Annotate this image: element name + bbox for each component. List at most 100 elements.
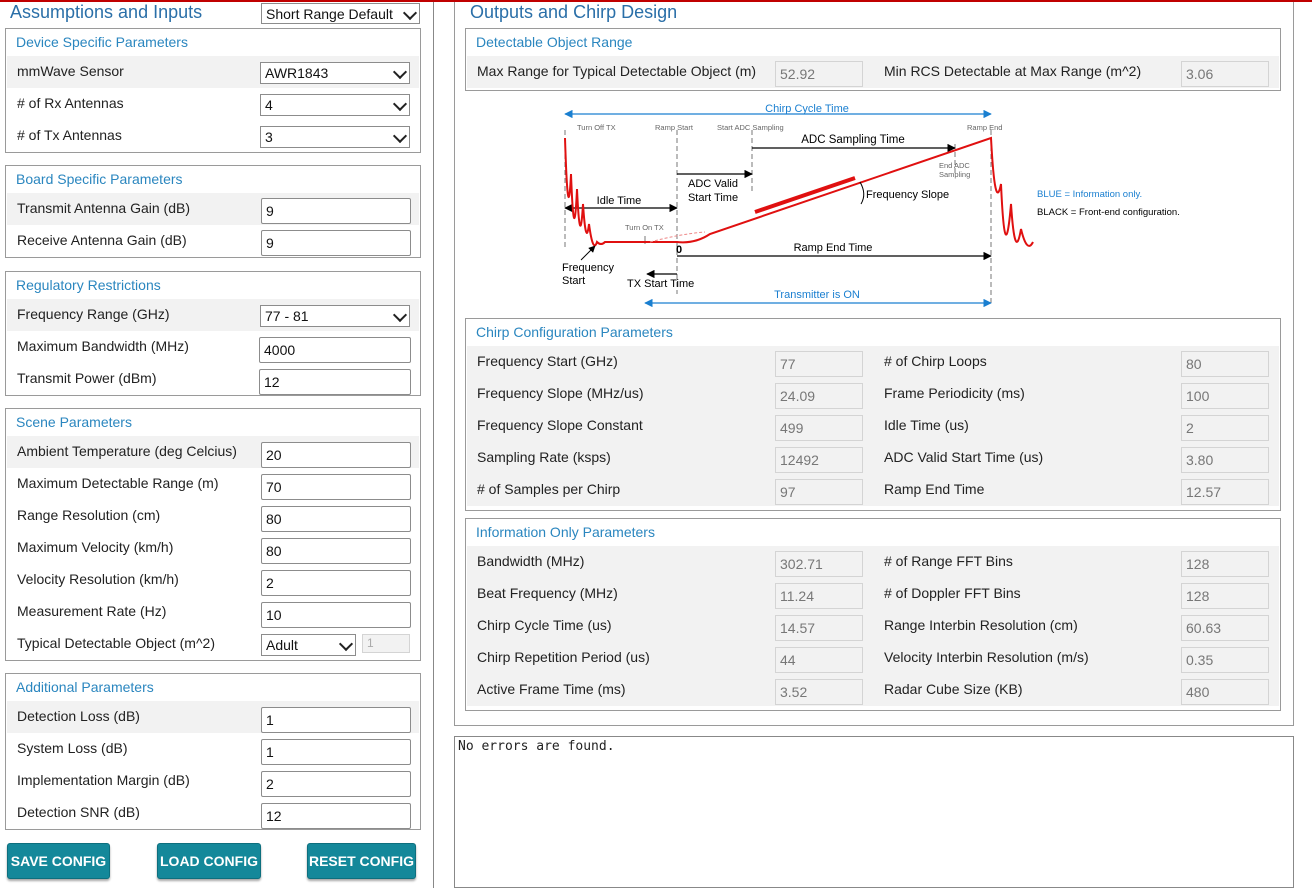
row-label: Frequency Range (GHz) — [17, 306, 170, 322]
adc-sampled-segment — [754, 176, 856, 214]
chirp-rep-period-label: Chirp Repetition Period (us) — [477, 649, 650, 665]
freq-slope-value: 24.09 — [775, 383, 863, 409]
frame-periodicity-value: 100 — [1181, 383, 1269, 409]
section-title: Additional Parameters — [16, 679, 154, 695]
tx-start-label: TX Start Time — [627, 278, 694, 290]
chirp-cycle-time-label: Chirp Cycle Time (us) — [477, 617, 612, 633]
device-params-section: Device Specific Parameters mmWave Sensor… — [5, 28, 421, 153]
select-value: 77 - 81 — [265, 308, 309, 324]
max-bandwidth-input[interactable]: 4000 — [259, 337, 411, 363]
row-label: Detection Loss (dB) — [17, 708, 140, 724]
rx-antennas-select[interactable]: 4 — [260, 94, 410, 116]
scene-row-vel-res: Velocity Resolution (km/h) 2 — [7, 564, 419, 596]
row-label: # of Tx Antennas — [17, 127, 122, 143]
sampling-rate-label: Sampling Rate (ksps) — [477, 449, 611, 465]
save-config-button[interactable]: SAVE CONFIG — [7, 843, 110, 879]
row-label: Range Resolution (cm) — [17, 507, 161, 523]
scene-row-range-res: Range Resolution (cm) 80 — [7, 500, 419, 532]
tx-gain-input[interactable]: 9 — [261, 198, 411, 224]
adc-valid-start-label: ADC Valid Start Time (us) — [884, 449, 1044, 465]
select-value: Adult — [266, 637, 298, 653]
scene-row-meas-rate: Measurement Rate (Hz) 10 — [7, 596, 419, 628]
ambient-temp-input[interactable]: 20 — [261, 442, 411, 468]
section-title: Board Specific Parameters — [16, 171, 183, 187]
max-range-input[interactable]: 70 — [261, 474, 411, 500]
row-label: Detection SNR (dB) — [17, 804, 140, 820]
tx-power-input[interactable]: 12 — [259, 369, 411, 395]
column-divider — [433, 2, 434, 888]
section-title: Regulatory Restrictions — [16, 277, 161, 293]
idle-time-param-label: Idle Time (us) — [884, 417, 969, 433]
range-resolution-input[interactable]: 80 — [261, 506, 411, 532]
system-loss-input[interactable]: 1 — [261, 739, 411, 765]
row-label: mmWave Sensor — [17, 63, 124, 79]
rx-gain-input[interactable]: 9 — [261, 230, 411, 256]
load-config-button[interactable]: LOAD CONFIG — [157, 843, 261, 879]
beat-freq-value: 11.24 — [775, 583, 863, 609]
chirp-rep-period-value: 44 — [775, 647, 863, 673]
section-title: Device Specific Parameters — [16, 34, 188, 50]
max-velocity-input[interactable]: 80 — [261, 538, 411, 564]
adc-valid-label-1: ADC Valid — [688, 178, 738, 190]
chirp-row-2: Frequency Slope (MHz/us) 24.09 Frame Per… — [467, 378, 1279, 410]
freq-start-value: 77 — [775, 351, 863, 377]
scene-row-max-range: Maximum Detectable Range (m) 70 — [7, 468, 419, 500]
device-row-sensor: mmWave Sensor AWR1843 — [7, 56, 419, 88]
freq-start-label-1: Frequency — [562, 262, 614, 274]
samples-per-chirp-value: 97 — [775, 479, 863, 505]
row-label: Receive Antenna Gain (dB) — [17, 232, 187, 248]
slope-arc — [859, 181, 865, 205]
ramp-end-time-label: Ramp End Time — [794, 242, 873, 254]
beat-freq-label: Beat Frequency (MHz) — [477, 585, 618, 601]
frame-periodicity-label: Frame Periodicity (ms) — [884, 385, 1025, 401]
chirp-loops-label: # of Chirp Loops — [884, 353, 987, 369]
row-label: Maximum Velocity (km/h) — [17, 539, 174, 555]
select-value: 3 — [265, 129, 273, 145]
section-title: Detectable Object Range — [476, 34, 633, 50]
doppler-fft-value: 128 — [1181, 583, 1269, 609]
legend-blue: BLUE = Information only. — [1037, 189, 1142, 200]
error-log-textarea[interactable]: No errors are found. — [454, 736, 1294, 888]
idle-time-value: 2 — [1181, 415, 1269, 441]
info-row-5: Active Frame Time (ms) 3.52 Radar Cube S… — [467, 674, 1279, 706]
reg-row-freq: Frequency Range (GHz) 77 - 81 — [7, 299, 419, 331]
add-row-system-loss: System Loss (dB) 1 — [7, 733, 419, 765]
range-interbin-value: 60.63 — [1181, 615, 1269, 641]
row-label: Transmit Antenna Gain (dB) — [17, 200, 191, 216]
row-label: Ambient Temperature (deg Celcius) — [17, 443, 237, 459]
reset-config-button[interactable]: RESET CONFIG — [307, 843, 416, 879]
measurement-rate-input[interactable]: 10 — [261, 602, 411, 628]
regulatory-section: Regulatory Restrictions Frequency Range … — [5, 271, 421, 396]
sampling-rate-value: 12492 — [775, 447, 863, 473]
info-only-section: Information Only Parameters Bandwidth (M… — [465, 518, 1281, 711]
freq-range-select[interactable]: 77 - 81 — [260, 305, 410, 327]
chirp-row-4: Sampling Rate (ksps) 12492 ADC Valid Sta… — [467, 442, 1279, 474]
active-frame-time-label: Active Frame Time (ms) — [477, 681, 626, 697]
ramp-end-value: 12.57 — [1181, 479, 1269, 505]
velocity-interbin-value: 0.35 — [1181, 647, 1269, 673]
detection-loss-input[interactable]: 1 — [261, 707, 411, 733]
legend-black: BLACK = Front-end configuration. — [1037, 207, 1180, 218]
reg-row-power: Transmit Power (dBm) 12 — [7, 363, 419, 395]
tx-antennas-select[interactable]: 3 — [260, 126, 410, 148]
object-type-select[interactable]: Adult — [261, 634, 356, 656]
adc-sampling-label: ADC Sampling Time — [801, 134, 905, 146]
preset-select[interactable]: Short Range Default — [261, 3, 420, 24]
velocity-resolution-input[interactable]: 2 — [261, 570, 411, 596]
chevron-down-icon — [402, 5, 418, 21]
detection-snr-input[interactable]: 12 — [261, 803, 411, 829]
doppler-fft-label: # of Doppler FFT Bins — [884, 585, 1021, 601]
implementation-margin-input[interactable]: 2 — [261, 771, 411, 797]
detectable-range-section: Detectable Object Range Max Range for Ty… — [465, 28, 1281, 91]
row-label: Maximum Detectable Range (m) — [17, 475, 219, 491]
chirp-row-1: Frequency Start (GHz) 77 # of Chirp Loop… — [467, 346, 1279, 378]
row-label: Transmit Power (dBm) — [17, 370, 157, 386]
frequency-slope-label: Frequency Slope — [866, 189, 949, 201]
sensor-select[interactable]: AWR1843 — [260, 62, 410, 84]
chevron-down-icon — [338, 636, 354, 652]
range-fft-label: # of Range FFT Bins — [884, 553, 1013, 569]
zero-label: 0 — [676, 244, 682, 256]
freq-slope-const-label: Frequency Slope Constant — [477, 417, 643, 433]
board-params-section: Board Specific Parameters Transmit Anten… — [5, 165, 421, 258]
additional-section: Additional Parameters Detection Loss (dB… — [5, 673, 421, 830]
